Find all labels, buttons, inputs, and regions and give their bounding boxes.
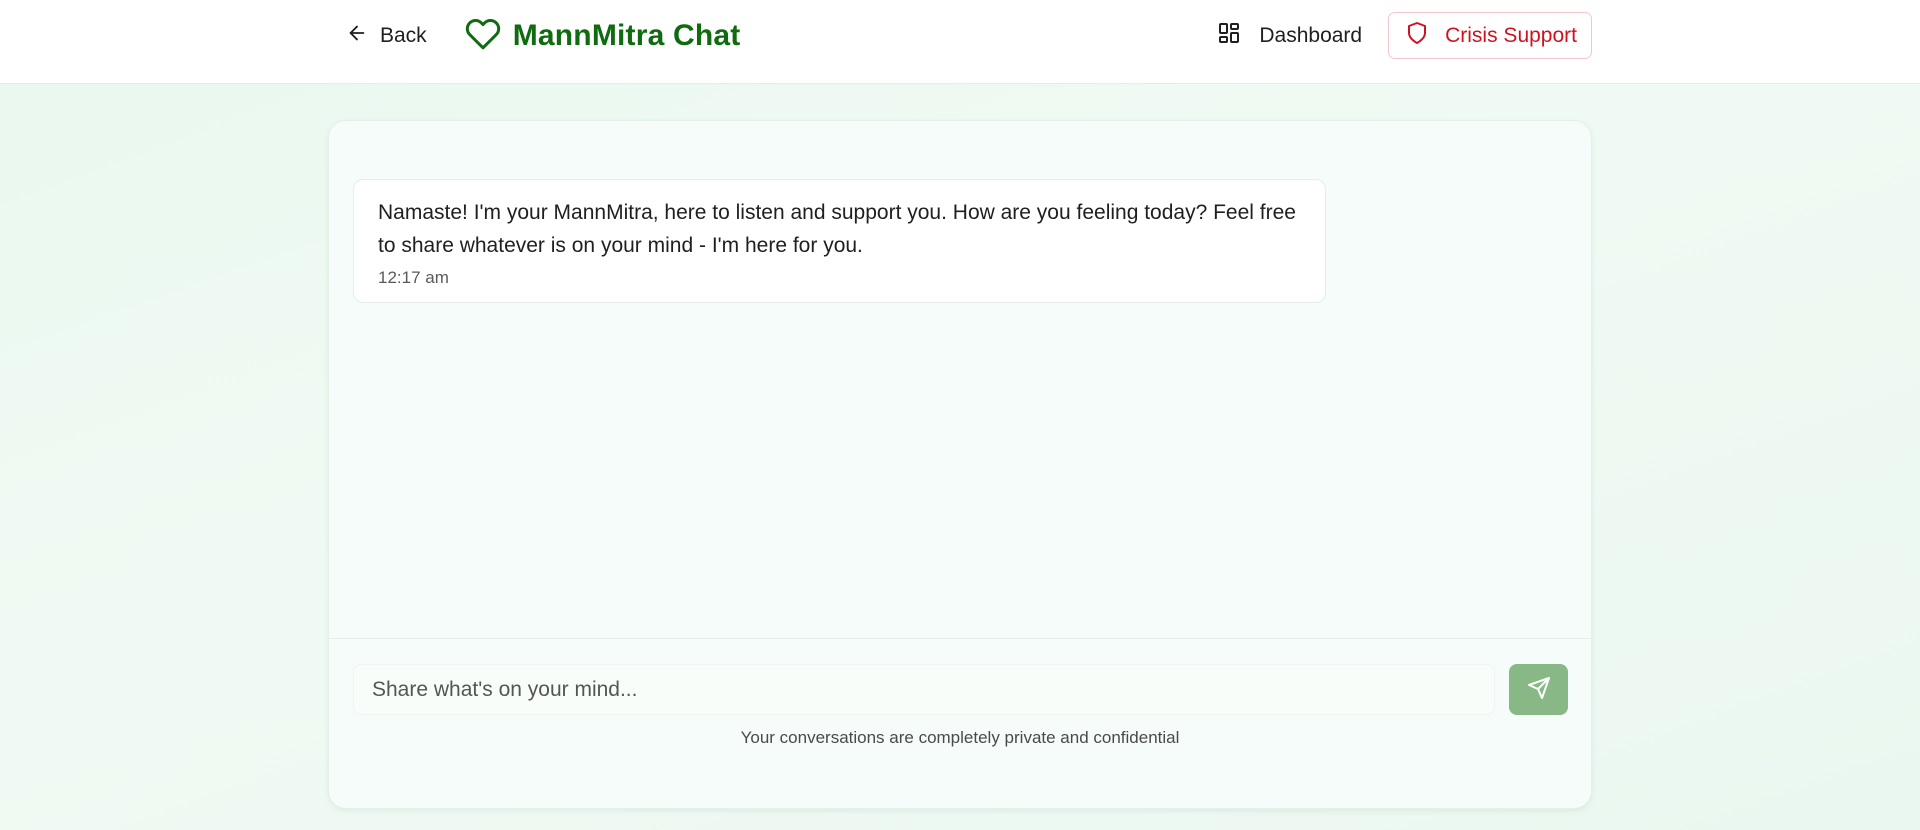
chat-card: Namaste! I'm your MannMitra, here to lis…	[328, 120, 1592, 809]
heart-icon	[465, 16, 501, 57]
shield-icon	[1405, 21, 1429, 51]
message-text: Namaste! I'm your MannMitra, here to lis…	[378, 201, 1296, 257]
dashboard-grid-icon	[1217, 21, 1241, 51]
message-input[interactable]	[353, 664, 1495, 715]
crisis-support-label: Crisis Support	[1445, 23, 1577, 47]
page-title: MannMitra Chat	[512, 19, 741, 52]
assistant-message: Namaste! I'm your MannMitra, here to lis…	[353, 179, 1326, 303]
header-left-group: Back MannMitra Chat	[338, 16, 741, 56]
dashboard-button[interactable]: Dashboard	[1217, 16, 1362, 56]
arrow-left-icon	[346, 22, 368, 50]
privacy-note: Your conversations are completely privat…	[740, 728, 1180, 747]
header-right-group: Dashboard Crisis Support	[1217, 12, 1592, 59]
crisis-support-button[interactable]: Crisis Support	[1388, 12, 1592, 59]
send-button[interactable]	[1509, 664, 1568, 715]
message-timestamp: 12:17 am	[378, 268, 449, 287]
send-icon	[1527, 676, 1551, 703]
dashboard-button-label: Dashboard	[1259, 23, 1363, 47]
back-button-label: Back	[380, 24, 427, 47]
composer-divider	[329, 638, 1591, 639]
back-button[interactable]: Back	[338, 16, 435, 56]
brand: MannMitra Chat	[465, 16, 741, 57]
top-nav-bar: Back MannMitra Chat Dashboard Crisis Sup…	[0, 0, 1920, 84]
